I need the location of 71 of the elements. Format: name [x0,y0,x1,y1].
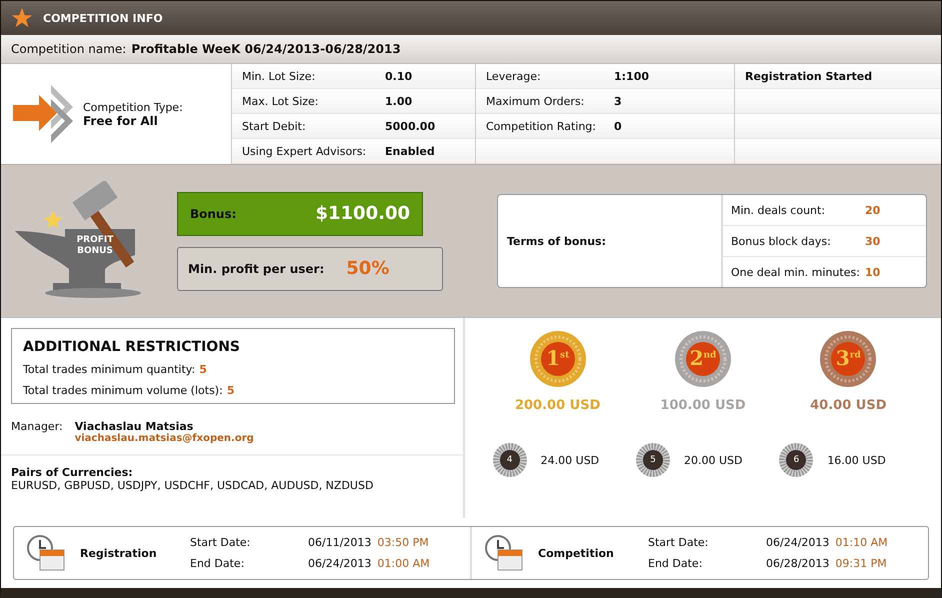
pairs-label: Pairs of Currencies: [11,466,134,479]
email-link[interactable]: viachaslau.matsias@fxopen.org [74,433,254,444]
prize-amount: 200.00 USD [514,398,600,413]
info-label: Max. Lot Size: [242,94,320,108]
restriction-label: Total trades minimum quantity: [23,363,196,376]
time-value: 03:50 PM [377,536,429,549]
manager-name: Viachaslau Matsias [74,420,194,433]
restriction-label: Total trades minimum volume (lots): [23,384,223,397]
restriction-value: 5 [226,384,234,397]
term-value: 30 [865,234,880,248]
header-title: COMPETITION INFO [43,12,163,24]
period-title: Competition [538,546,615,560]
name-label: Competition name: [11,42,126,56]
info-value: 5000.00 [385,120,436,132]
medal-rank: 3$^{rd}$ [834,346,862,370]
medal-rank: 1$^{st}$ [545,346,570,370]
terms-label: Terms of bonus: [507,234,606,248]
manager-label: Manager: [11,420,63,435]
term-label: Bonus block days: [731,234,832,248]
restrictions-title: ADDITIONAL RESTRICTIONS [23,339,241,355]
competition-name: Profitable WeeK 06/24/2013-06/28/2013 [131,42,401,56]
date-value: 06/24/2013 [308,557,372,570]
info-value: 3 [614,94,622,108]
date-label: End Date: [648,557,704,570]
info-value: 0 [614,120,622,132]
type-value: Free for All [83,114,159,128]
calendar-clock-icon [484,534,524,572]
date-label: Start Date: [648,536,710,549]
time-value: 01:00 AM [377,557,430,570]
time-value: 01:10 AM [835,536,888,549]
info-label: Leverage: [486,70,542,82]
prize-amount: 100.00 USD [660,398,746,413]
bonus-label: Bonus: [190,206,236,220]
info-label: Min. Lot Size: [242,70,316,82]
info-value: 0.10 [385,70,412,82]
term-label: Min. deals count: [731,204,826,216]
bonus-amount: $1100.00 [315,203,410,224]
date-value: 06/11/2013 [308,536,372,549]
rank-badge: 5 [636,443,670,477]
pairs-list: EURUSD, GBPUSD, USDJPY, USDCHF, USDCAD, AUDUSD, NZDUSD [11,479,453,492]
type-label: Competition Type: [83,100,183,114]
info-label: Competition Rating: [486,120,597,132]
period-title: Registration [80,546,158,560]
calendar-clock-icon [26,534,66,572]
info-label: Using Expert Advisors: [242,144,368,158]
info-label: Maximum Orders: [486,94,586,108]
term-label: One deal min. minutes: [731,266,861,278]
info-label: Start Debit: [242,120,307,132]
info-value: 1.00 [385,94,412,108]
anvil-text: PROFIT BONUS [76,235,114,257]
status-text: Registration Started [745,70,872,82]
min-profit-label: Min. profit per user: [188,262,324,276]
time-value: 09:31 PM [835,557,887,570]
medal-rank: 2$^{nd}$ [688,346,718,370]
prize-amount: 16.00 USD [827,454,886,466]
info-value: 1:100 [614,70,650,82]
term-value: 20 [865,204,880,216]
prize-amount: 24.00 USD [540,454,600,466]
date-label: End Date: [190,557,246,570]
min-profit-value: 50% [346,258,390,279]
rank-badge: 6 [779,443,814,477]
date-value: 06/28/2013 [766,557,830,570]
date-value: 06/24/2013 [766,536,830,549]
star-icon [11,7,33,29]
prize-amount: 20.00 USD [684,454,742,466]
prize-amount: 40.00 USD [810,398,886,413]
term-value: 10 [865,266,880,278]
rank-badge: 4 [492,443,527,477]
restriction-value: 5 [199,363,207,376]
date-label: Start Date: [190,536,252,549]
info-value: Enabled [385,144,435,158]
